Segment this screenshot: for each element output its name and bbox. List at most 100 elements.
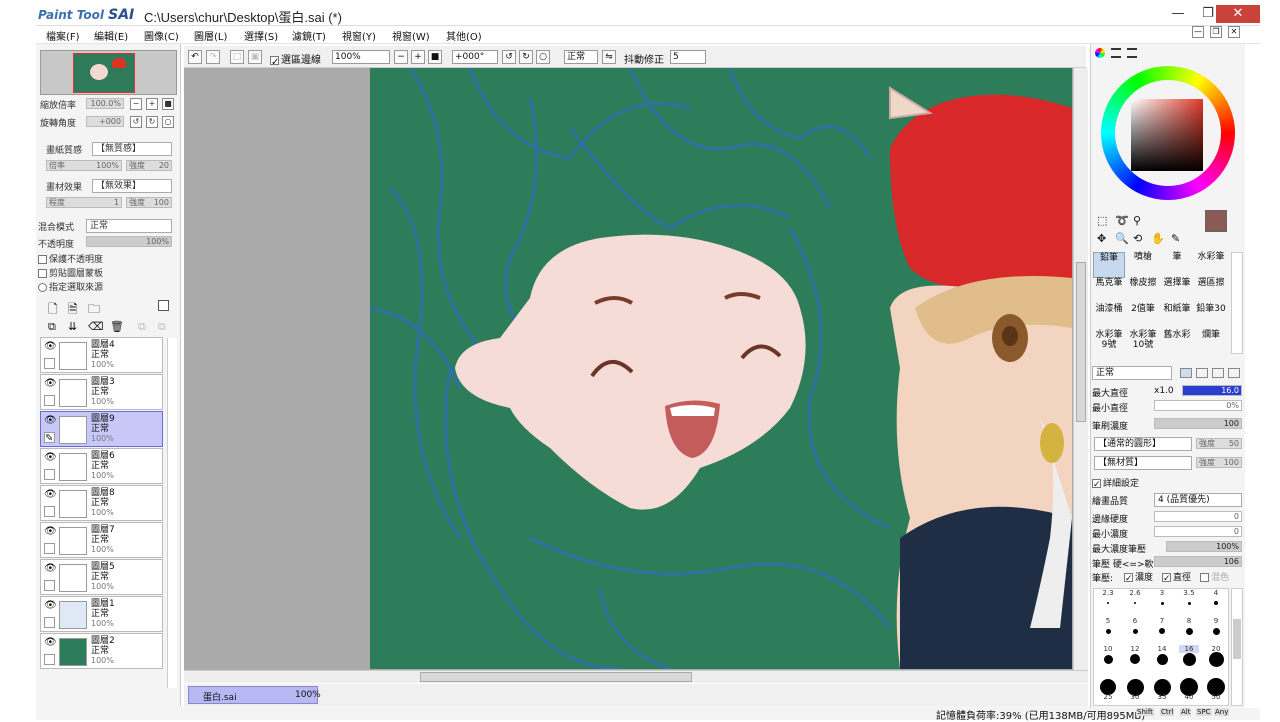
brush-size-dot[interactable] bbox=[1132, 628, 1138, 634]
preserve-opacity-option[interactable]: 保護不透明度 bbox=[38, 252, 178, 266]
eyedropper-icon[interactable]: ✎ bbox=[1171, 232, 1180, 245]
brush-tool[interactable]: 鉛筆30 bbox=[1195, 304, 1227, 330]
zoom-in-icon[interactable]: + bbox=[411, 50, 425, 64]
lock-checkbox[interactable] bbox=[44, 654, 55, 665]
zoom-reset-button[interactable]: ■ bbox=[162, 98, 174, 110]
max-diameter-multiplier[interactable]: x1.0 bbox=[1154, 386, 1174, 396]
brush-size-dot[interactable] bbox=[1156, 653, 1168, 665]
hscroll-thumb[interactable] bbox=[420, 672, 692, 682]
brush-tool[interactable]: 油漆桶 bbox=[1093, 304, 1125, 330]
opacity-slider[interactable]: 100% bbox=[86, 236, 172, 247]
view-mode-select[interactable]: 正常 bbox=[564, 50, 598, 64]
brush-shape-icon-2[interactable] bbox=[1196, 368, 1208, 378]
pressure-blend-option[interactable]: 混色 bbox=[1200, 570, 1229, 583]
lock-checkbox[interactable] bbox=[44, 580, 55, 591]
eye-icon[interactable]: 👁 bbox=[44, 378, 57, 389]
layer-list-scrollbar[interactable] bbox=[167, 338, 177, 688]
lock-checkbox[interactable] bbox=[44, 506, 55, 517]
lock-checkbox[interactable] bbox=[44, 358, 55, 369]
edge-hardness-slider[interactable]: 0 bbox=[1154, 511, 1242, 522]
menu-file[interactable]: 檔案(F) bbox=[46, 28, 80, 43]
layer-item[interactable]: 👁 圖層1 正常 100% bbox=[40, 596, 163, 632]
min-diameter-slider[interactable]: 0% bbox=[1154, 400, 1242, 411]
menu-edit[interactable]: 編輯(E) bbox=[94, 28, 128, 43]
brush-size-dot[interactable] bbox=[1105, 628, 1111, 634]
min-density-slider[interactable]: 0 bbox=[1154, 526, 1242, 537]
brush-shape-select[interactable]: 【通常的圓形】 bbox=[1094, 437, 1192, 451]
pressure-softness-slider[interactable]: 106 bbox=[1154, 556, 1242, 567]
brush-shape-icon-4[interactable] bbox=[1228, 368, 1240, 378]
right-panel-scrollbar[interactable] bbox=[1245, 44, 1260, 708]
layer-mask-icon[interactable] bbox=[158, 300, 169, 311]
magic-wand-icon[interactable]: ⚲ bbox=[1133, 214, 1141, 227]
canvas[interactable] bbox=[370, 68, 1072, 669]
detail-settings-checkbox[interactable]: ✓ bbox=[1092, 479, 1101, 490]
layer-item[interactable]: 👁 圖層5 正常 100% bbox=[40, 559, 163, 595]
invert-selection-button[interactable]: ▣ bbox=[248, 50, 262, 64]
brush-tool[interactable]: 橡皮擦 bbox=[1127, 278, 1159, 304]
zoom-icon[interactable]: 🔍 bbox=[1115, 232, 1129, 245]
density-slider[interactable]: 100 bbox=[1154, 418, 1242, 429]
navigator[interactable] bbox=[40, 50, 177, 95]
brush-size-dot[interactable] bbox=[1208, 651, 1224, 667]
zoom-in-button[interactable]: + bbox=[146, 98, 158, 110]
color-wheel-icon[interactable] bbox=[1095, 48, 1105, 58]
brush-tool[interactable]: 噴槍 bbox=[1127, 252, 1159, 278]
brush-size-dot[interactable] bbox=[1182, 652, 1196, 666]
material-strength-slider[interactable]: 強度 100 bbox=[126, 197, 172, 208]
document-tab[interactable]: 蛋白.sai 100% bbox=[188, 686, 321, 704]
texture-strength-slider[interactable]: 強度 100 bbox=[1196, 457, 1242, 468]
color-wheel[interactable] bbox=[1101, 66, 1235, 200]
lock-checkbox[interactable] bbox=[44, 469, 55, 480]
flatten-icon[interactable]: ⧉ bbox=[158, 320, 166, 334]
layer-item[interactable]: 👁 圖層7 正常 100% bbox=[40, 522, 163, 558]
eye-icon[interactable]: 👁 bbox=[44, 526, 57, 537]
material-level-slider[interactable]: 程度 1 bbox=[46, 197, 122, 208]
layer-item[interactable]: 👁 圖層2 正常 100% bbox=[40, 633, 163, 669]
brush-tool[interactable]: 和紙筆 bbox=[1161, 304, 1193, 330]
merge-visible-icon[interactable]: ⧉ bbox=[138, 320, 146, 334]
current-color-swatch[interactable] bbox=[1205, 210, 1227, 232]
brush-size-scrollbar[interactable] bbox=[1231, 588, 1243, 706]
delete-layer-icon[interactable]: 🗑 bbox=[110, 320, 124, 333]
hand-icon[interactable]: ✋ bbox=[1151, 232, 1165, 245]
layer-item[interactable]: 👁 圖層3 正常 100% bbox=[40, 374, 163, 410]
brush-tool[interactable]: 鉛筆 bbox=[1093, 252, 1125, 278]
eye-icon[interactable]: 👁 bbox=[44, 452, 57, 463]
rotate-right-button[interactable]: ↻ bbox=[146, 116, 158, 128]
pressure-diameter-option[interactable]: ✓ 直徑 bbox=[1162, 570, 1191, 584]
brush-tool[interactable]: 選擇筆 bbox=[1161, 278, 1193, 304]
pressure-diameter-checkbox[interactable]: ✓ bbox=[1162, 573, 1171, 584]
clipping-checkbox[interactable] bbox=[38, 269, 47, 278]
doc-restore-button[interactable]: ❐ bbox=[1210, 26, 1222, 38]
menu-select[interactable]: 選擇(S) bbox=[244, 28, 278, 43]
minimize-button[interactable]: — bbox=[1164, 5, 1192, 23]
eye-icon[interactable]: 👁 bbox=[44, 489, 57, 500]
menu-window[interactable]: 視窗(W) bbox=[392, 28, 430, 43]
brush-tool[interactable]: 水彩筆9號 bbox=[1093, 330, 1125, 356]
zoom-slider[interactable]: 100.0% bbox=[86, 98, 124, 109]
vscroll-thumb[interactable] bbox=[1076, 262, 1086, 422]
canvas-vertical-scrollbar[interactable] bbox=[1073, 68, 1088, 670]
eye-icon[interactable]: 👁 bbox=[44, 341, 57, 352]
material-effect-select[interactable]: 【無效果】 bbox=[92, 179, 172, 193]
menu-view[interactable]: 視窗(Y) bbox=[342, 28, 376, 43]
brush-texture-select[interactable]: 【無材質】 bbox=[1094, 456, 1192, 470]
rotate-left-icon[interactable]: ↺ bbox=[502, 50, 516, 64]
redo-button[interactable]: ↷ bbox=[206, 50, 220, 64]
undo-button[interactable]: ↶ bbox=[188, 50, 202, 64]
doc-close-button[interactable]: ✕ bbox=[1228, 26, 1240, 38]
color-sv-square[interactable] bbox=[1131, 99, 1203, 171]
rect-select-icon[interactable]: ⬚ bbox=[1097, 214, 1107, 227]
brush-size-dot[interactable] bbox=[1212, 627, 1220, 635]
layer-item[interactable]: 👁 圖層8 正常 100% bbox=[40, 485, 163, 521]
rotate-slider[interactable]: +000 bbox=[86, 116, 124, 127]
merge-down-icon[interactable]: ⇊ bbox=[68, 320, 77, 333]
selection-source-radio[interactable] bbox=[38, 283, 47, 292]
brush-tool[interactable]: 筆 bbox=[1161, 252, 1193, 278]
menu-layer[interactable]: 圖層(L) bbox=[194, 28, 227, 43]
brush-size-dot[interactable] bbox=[1187, 601, 1191, 605]
brush-size-dot[interactable] bbox=[1160, 601, 1164, 605]
detail-settings-row[interactable]: ✓ 詳細設定 bbox=[1092, 476, 1242, 490]
rgb-slider-icon[interactable] bbox=[1111, 48, 1121, 58]
